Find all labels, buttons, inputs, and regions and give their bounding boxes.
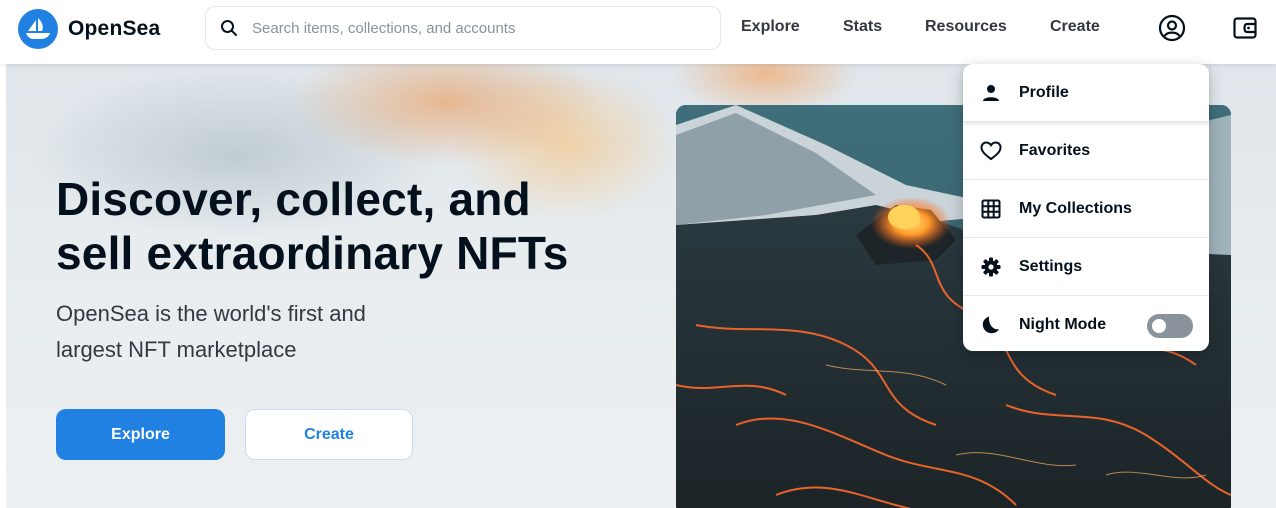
hero-subtitle-line-1: OpenSea is the world's first and <box>56 301 366 326</box>
menu-item-my-collections[interactable]: My Collections <box>963 180 1209 238</box>
menu-item-label: Night Mode <box>1019 316 1107 333</box>
menu-item-night-mode[interactable]: Night Mode <box>963 296 1209 354</box>
hero-title-line-2: sell extraordinary NFTs <box>56 227 569 279</box>
wallet-icon[interactable] <box>1230 13 1260 43</box>
account-circle-icon[interactable] <box>1157 13 1187 43</box>
menu-item-label: Favorites <box>1019 141 1091 159</box>
night-mode-toggle[interactable] <box>1147 314 1193 338</box>
search-bar[interactable] <box>205 6 721 50</box>
nav-resources[interactable]: Resources <box>925 18 1007 36</box>
boat-logo-icon <box>18 9 58 49</box>
menu-item-label: Settings <box>1019 257 1083 275</box>
account-dropdown-menu: Profile Favorites My Collections Setting… <box>963 64 1209 351</box>
person-icon <box>979 81 1003 105</box>
nav-explore[interactable]: Explore <box>741 18 800 36</box>
hero-title-line-1: Discover, collect, and <box>56 173 531 225</box>
menu-item-profile[interactable]: Profile <box>963 64 1209 122</box>
menu-item-settings[interactable]: Settings <box>963 238 1209 296</box>
moon-icon <box>979 313 1003 337</box>
hero-subtitle: OpenSea is the world's first and largest… <box>56 296 476 368</box>
hero-title: Discover, collect, and sell extraordinar… <box>56 172 656 280</box>
opensea-logo-link[interactable]: OpenSea <box>18 9 160 49</box>
menu-item-label: My Collections <box>1019 199 1132 217</box>
gear-icon <box>979 255 1003 279</box>
search-icon <box>221 20 237 36</box>
nav-create[interactable]: Create <box>1050 18 1100 36</box>
brand-name: OpenSea <box>68 17 161 40</box>
hero-subtitle-line-2: largest NFT marketplace <box>56 337 297 362</box>
menu-item-label: Profile <box>1019 83 1069 101</box>
search-input[interactable] <box>252 19 712 37</box>
top-navbar: OpenSea Explore Stats Resources Create <box>0 0 1276 64</box>
nav-stats[interactable]: Stats <box>843 18 882 36</box>
grid-icon <box>979 197 1003 221</box>
heart-icon <box>979 139 1003 163</box>
explore-button[interactable]: Explore <box>56 409 225 460</box>
menu-item-favorites[interactable]: Favorites <box>963 122 1209 180</box>
create-button[interactable]: Create <box>245 409 413 460</box>
toggle-knob <box>1152 319 1166 333</box>
